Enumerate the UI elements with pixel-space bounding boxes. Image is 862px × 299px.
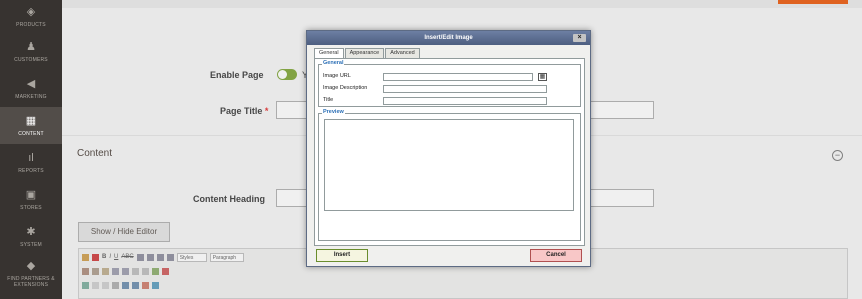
preview-fieldset: Preview	[318, 109, 581, 241]
sidebar-item-label: PRODUCTS	[16, 21, 46, 28]
general-legend: General	[322, 60, 345, 66]
admin-sidebar: ◈ PRODUCTS ♟ CUSTOMERS ◀ MARKETING ▦ CON…	[0, 0, 62, 299]
person-icon: ♟	[26, 40, 36, 53]
sidebar-item-label: SYSTEM	[20, 241, 42, 248]
sidebar-item-reports[interactable]: ıl REPORTS	[0, 144, 62, 181]
image-description-input[interactable]	[383, 85, 547, 93]
sidebar-item-customers[interactable]: ♟ CUSTOMERS	[0, 33, 62, 70]
general-tab-panel: General Image URL ▦ Image Description Ti…	[314, 58, 585, 246]
close-icon[interactable]: ×	[573, 34, 586, 42]
sidebar-item-label: REPORTS	[18, 167, 44, 174]
title-input[interactable]	[383, 97, 547, 105]
sidebar-item-label: MARKETING	[15, 93, 47, 100]
sidebar-item-label: CUSTOMERS	[14, 56, 48, 63]
gear-icon: ✱	[26, 225, 36, 238]
sidebar-item-products[interactable]: ◈ PRODUCTS	[0, 0, 62, 33]
sidebar-item-marketing[interactable]: ◀ MARKETING	[0, 70, 62, 107]
cancel-button[interactable]: Cancel	[530, 249, 582, 262]
sidebar-item-content[interactable]: ▦ CONTENT	[0, 107, 62, 144]
preview-legend: Preview	[322, 109, 345, 115]
image-url-label: Image URL	[323, 73, 351, 79]
store-icon: ▣	[25, 188, 37, 201]
browse-icon[interactable]: ▦	[538, 73, 547, 81]
insert-button[interactable]: Insert	[316, 249, 368, 262]
sidebar-item-label: STORES	[20, 204, 42, 211]
sidebar-item-system[interactable]: ✱ SYSTEM	[0, 218, 62, 255]
dialog-title: Insert/Edit Image	[424, 35, 473, 41]
general-fieldset: General Image URL ▦ Image Description Ti…	[318, 60, 581, 107]
sidebar-item-partners[interactable]: ◆ FIND PARTNERS & EXTENSIONS	[0, 255, 62, 292]
bar-chart-icon: ıl	[28, 151, 34, 164]
insert-edit-image-dialog: Insert/Edit Image × General Appearance A…	[306, 30, 591, 267]
image-preview-area	[324, 119, 574, 211]
cube-icon: ◈	[26, 5, 36, 18]
title-label: Title	[323, 97, 334, 103]
sidebar-item-label: FIND PARTNERS & EXTENSIONS	[7, 275, 55, 288]
image-description-label: Image Description	[323, 85, 368, 91]
tab-advanced[interactable]: Advanced	[385, 48, 420, 58]
megaphone-icon: ◀	[26, 77, 36, 90]
box-icon: ◆	[26, 259, 36, 272]
image-url-input[interactable]	[383, 73, 533, 81]
tab-appearance[interactable]: Appearance	[344, 48, 385, 58]
layout-icon: ▦	[25, 114, 37, 127]
sidebar-item-stores[interactable]: ▣ STORES	[0, 181, 62, 218]
sidebar-item-label: CONTENT	[18, 130, 44, 137]
dialog-title-bar[interactable]: Insert/Edit Image ×	[307, 31, 590, 45]
